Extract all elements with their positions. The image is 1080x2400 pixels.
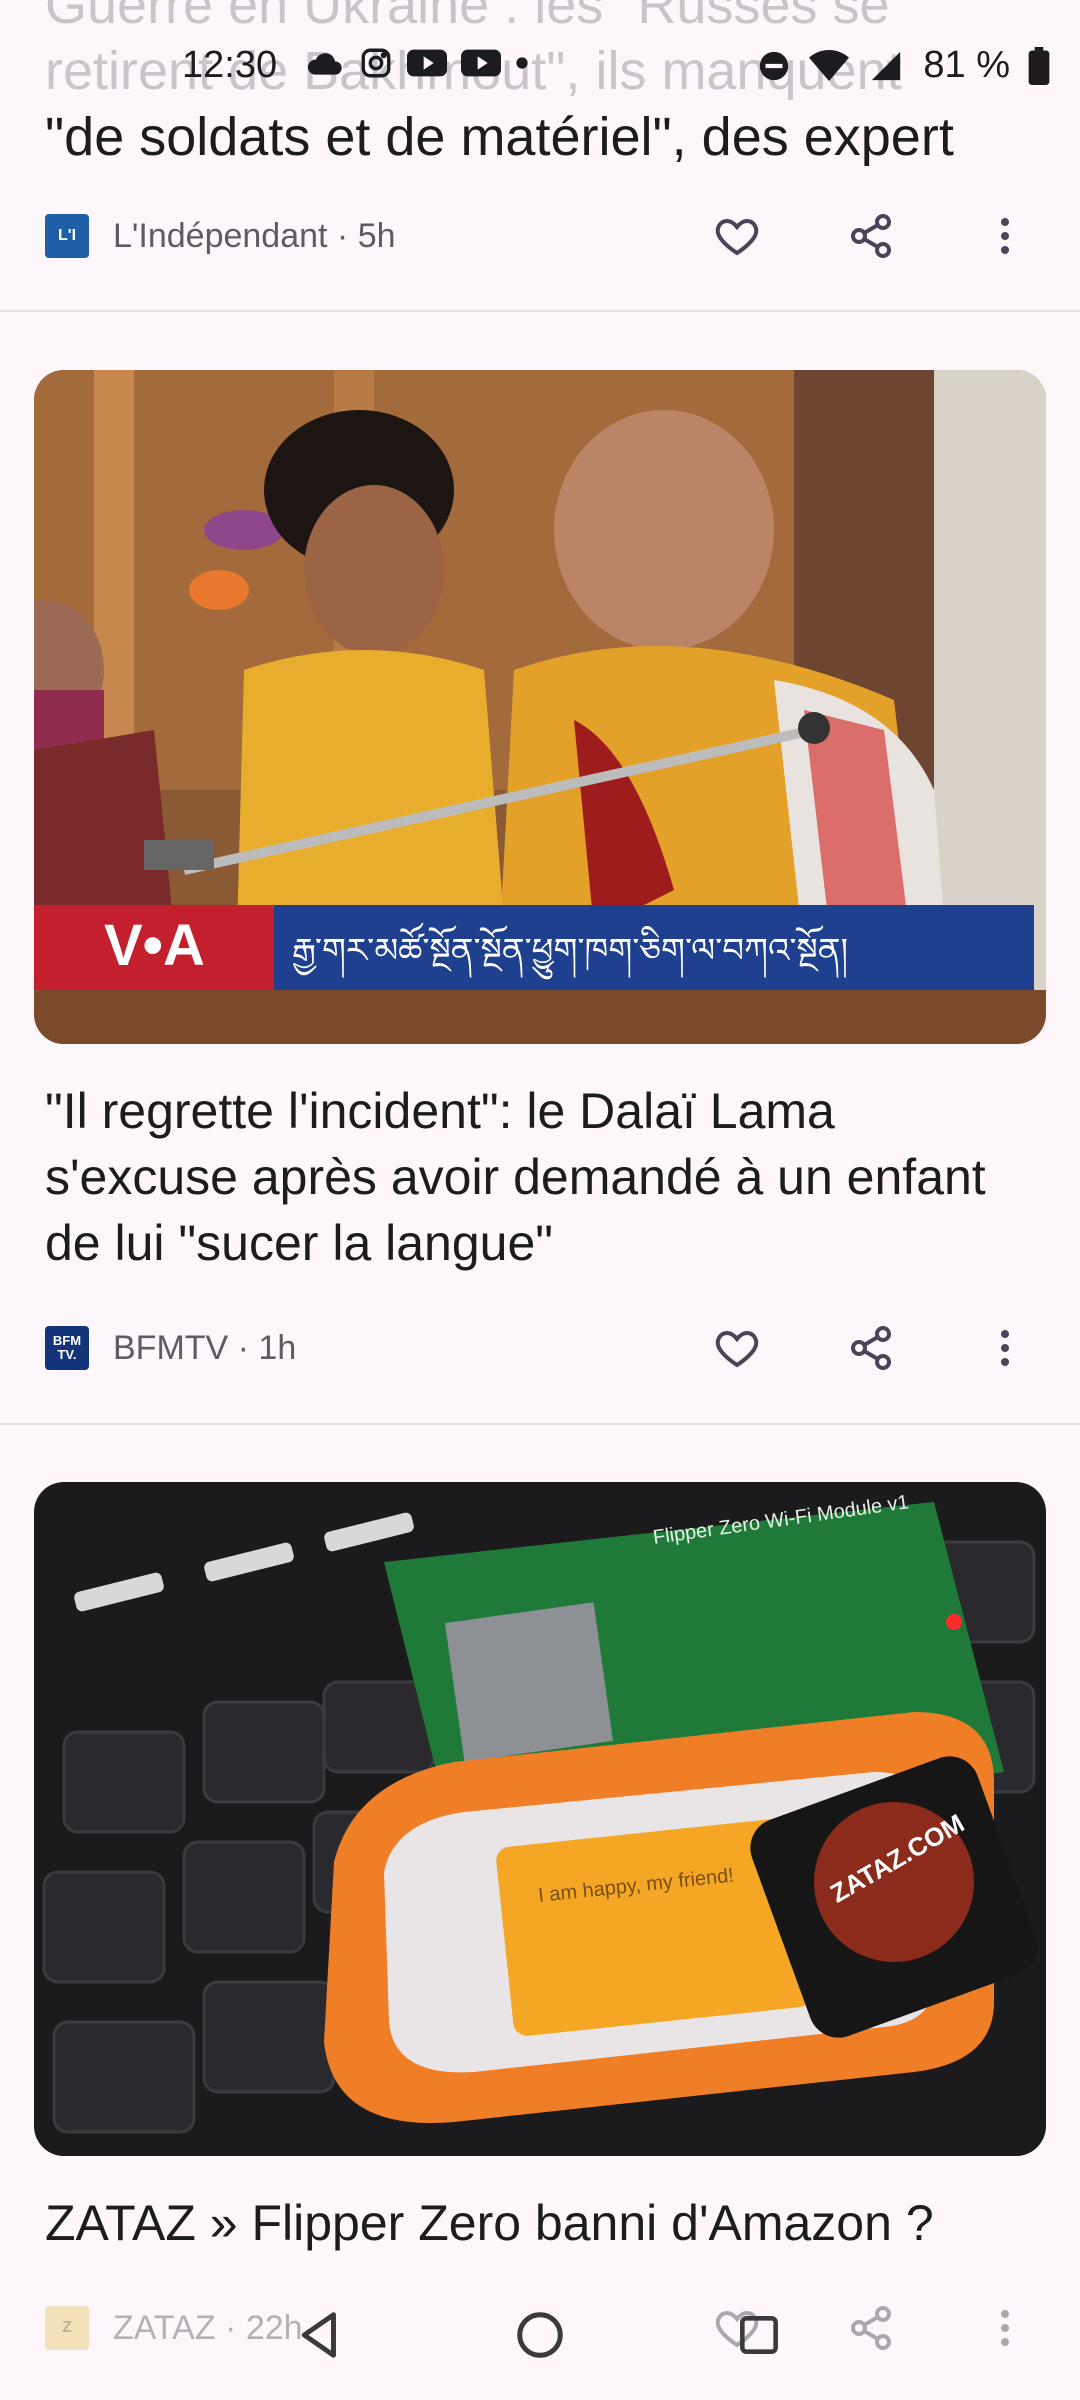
article-meta: L'I L'Indépendant · 5h xyxy=(45,206,1035,266)
article-headline[interactable]: ZATAZ » Flipper Zero banni d'Amazon ? xyxy=(45,2190,1035,2256)
article-image[interactable]: Flipper Zero Wi-Fi Module v1 I am happy,… xyxy=(34,1482,1046,2156)
headline-visible-part: "de soldats et de matériel", des expert xyxy=(45,107,954,167)
voa-logo-text: V•A xyxy=(104,913,205,978)
more-button[interactable] xyxy=(975,1318,1035,1378)
article-image[interactable]: V•A རྒྱ་གར་མཚོ་སྔོན་སྔོན་ཕྱུག་ཁག་ཅིག་ལ་བ… xyxy=(34,370,1046,1044)
share-icon xyxy=(851,214,891,258)
status-bar: 12:30 81 % xyxy=(0,32,1080,102)
back-button[interactable] xyxy=(285,2300,355,2370)
like-button[interactable] xyxy=(707,1318,767,1378)
notification-icons xyxy=(305,46,529,80)
dalai-lama-photo: V•A རྒྱ་གར་མཚོ་སྔོན་སྔོན་ཕྱུག་ཁག་ཅིག་ལ་བ… xyxy=(34,370,1046,1044)
wifi-icon xyxy=(809,49,850,81)
source-logo-text: L'I xyxy=(57,227,77,244)
dot-icon xyxy=(516,57,528,69)
dnd-icon xyxy=(760,51,789,80)
more-vert-icon xyxy=(1001,218,1009,254)
heart-icon xyxy=(715,1330,759,1368)
source-logo: BFM TV. xyxy=(45,1326,89,1370)
article-actions xyxy=(633,1318,1035,1378)
source-logo: L'I xyxy=(45,214,89,258)
battery-percent: 81 % xyxy=(923,44,1010,86)
article-actions xyxy=(633,206,1035,266)
source-and-age[interactable]: BFMTV · 1h xyxy=(113,1329,296,1368)
home-icon xyxy=(517,2312,563,2358)
article-headline[interactable]: "Il regrette l'incident": le Dalaï Lama … xyxy=(45,1078,1035,1276)
youtube-icon xyxy=(461,49,501,77)
system-icons: 81 % xyxy=(757,44,1050,87)
source-and-age[interactable]: L'Indépendant · 5h xyxy=(113,217,396,256)
instagram-icon xyxy=(361,48,391,78)
like-button[interactable] xyxy=(707,206,767,266)
flipper-zero-photo: Flipper Zero Wi-Fi Module v1 I am happy,… xyxy=(34,1482,1046,2156)
signal-icon xyxy=(872,51,901,80)
back-icon xyxy=(301,2312,336,2358)
recents-button[interactable] xyxy=(724,2300,794,2370)
divider xyxy=(0,1423,1080,1425)
more-button[interactable] xyxy=(975,206,1035,266)
heart-icon xyxy=(715,218,759,256)
cloud-icon xyxy=(307,53,342,75)
share-button[interactable] xyxy=(841,1318,901,1378)
source-logo-text: BFM TV. xyxy=(52,1333,82,1362)
share-button[interactable] xyxy=(841,206,901,266)
status-time: 12:30 xyxy=(182,44,278,86)
home-button[interactable] xyxy=(505,2300,575,2370)
share-icon xyxy=(851,1326,891,1370)
article-meta: BFM TV. BFMTV · 1h xyxy=(45,1318,1035,1378)
youtube-icon xyxy=(407,49,447,77)
navigation-bar xyxy=(0,2270,1080,2400)
divider xyxy=(0,310,1080,312)
more-vert-icon xyxy=(1001,1330,1009,1366)
recents-icon xyxy=(740,2316,778,2354)
battery-icon xyxy=(1028,46,1050,85)
